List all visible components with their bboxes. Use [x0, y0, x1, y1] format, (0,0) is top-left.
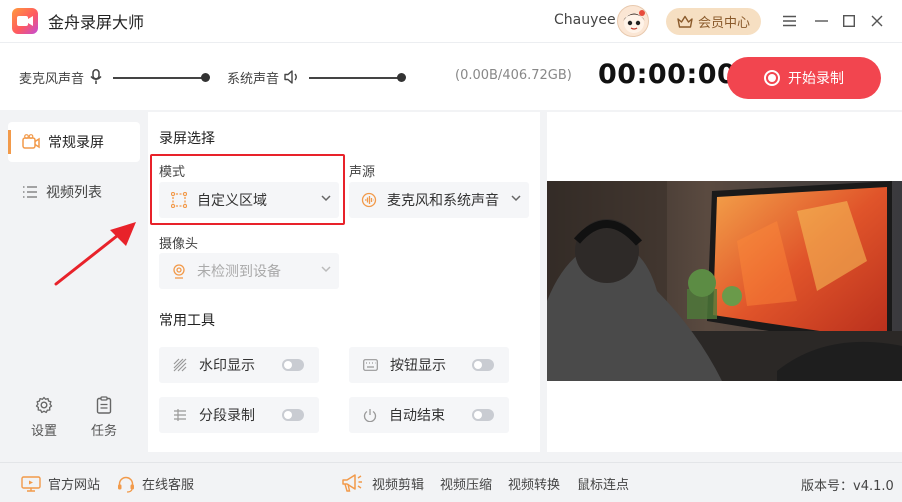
- username[interactable]: Chauyee: [554, 12, 616, 28]
- list-icon: [23, 186, 37, 198]
- gear-icon: [35, 396, 53, 414]
- version-label: 版本号：v4.1.0: [801, 479, 894, 494]
- microphone-icon[interactable]: [90, 69, 102, 85]
- crown-icon: [677, 15, 693, 28]
- official-website-label: 官方网站: [48, 478, 101, 493]
- record-dot-icon: [764, 70, 780, 86]
- preview-area: [547, 112, 902, 452]
- record-timer: 00:00:00: [598, 59, 737, 90]
- webcam-icon: [173, 264, 185, 279]
- vip-center-button[interactable]: 会员中心: [666, 8, 761, 35]
- section-title-record: 录屏选择: [159, 131, 215, 147]
- sidebar-item-label: 视频列表: [46, 185, 102, 201]
- tool-label: 自动结束: [389, 408, 445, 424]
- chevron-down-icon: [511, 195, 521, 202]
- avatar[interactable]: [617, 5, 649, 37]
- audio-source-label: 声源: [349, 165, 376, 180]
- video-convert-link[interactable]: 视频转换: [508, 474, 560, 493]
- preview-image: [547, 181, 902, 381]
- video-edit-link[interactable]: 视频剪辑: [372, 474, 424, 493]
- mic-volume-slider[interactable]: [113, 77, 205, 79]
- system-volume-label: 系统声音: [227, 72, 280, 87]
- menu-button[interactable]: [779, 11, 799, 31]
- tool-label: 水印显示: [199, 358, 255, 374]
- tool-label: 分段录制: [199, 408, 255, 424]
- official-website-link[interactable]: 官方网站: [21, 474, 100, 493]
- clipboard-icon: [96, 396, 112, 414]
- video-compress-link[interactable]: 视频压缩: [440, 474, 492, 493]
- tasks-button[interactable]: 任务: [84, 396, 124, 439]
- segment-record-toggle[interactable]: [282, 409, 304, 421]
- watermark-icon: [173, 358, 187, 372]
- minimize-icon: [814, 20, 828, 22]
- vip-center-label: 会员中心: [697, 16, 750, 31]
- power-icon: [363, 409, 377, 422]
- mode-highlight-box: [150, 154, 345, 225]
- settings-button[interactable]: 设置: [24, 396, 64, 439]
- section-title-tools: 常用工具: [159, 313, 215, 329]
- audio-source-select[interactable]: 麦克风和系统声音: [349, 182, 529, 218]
- audio-control-bar: 麦克风声音 系统声音 (0.00B/406.72GB) 00:00:00 开始录…: [0, 42, 902, 110]
- tool-key-display[interactable]: 按钮显示: [349, 347, 509, 383]
- start-record-label: 开始录制: [788, 71, 844, 87]
- hamburger-icon: [782, 15, 796, 27]
- mic-volume-label: 麦克风声音: [19, 72, 85, 87]
- close-button[interactable]: [867, 11, 887, 31]
- tool-label: 按钮显示: [390, 358, 446, 374]
- maximize-icon: [843, 15, 855, 27]
- mic-volume-handle[interactable]: [200, 73, 210, 82]
- online-support-label: 在线客服: [142, 478, 195, 493]
- key-display-toggle[interactable]: [472, 359, 494, 371]
- monitor-icon: [21, 475, 41, 492]
- keyboard-icon: [363, 359, 378, 371]
- watermark-toggle[interactable]: [282, 359, 304, 371]
- start-record-button[interactable]: 开始录制: [727, 57, 881, 99]
- camera-value: 未检测到设备: [197, 264, 281, 280]
- tasks-label: 任务: [90, 424, 117, 439]
- sidebar-item-label: 常规录屏: [48, 135, 104, 151]
- disk-space-info: (0.00B/406.72GB): [455, 68, 572, 83]
- camera-select[interactable]: 未检测到设备: [159, 253, 339, 289]
- minimize-button[interactable]: [811, 11, 831, 31]
- record-settings-panel: 录屏选择 模式 自定义区域 声源 麦克风和系统声音 摄像头 未检测到设备 常用工…: [148, 112, 540, 452]
- maximize-button[interactable]: [839, 11, 859, 31]
- close-icon: [871, 15, 883, 27]
- tool-watermark[interactable]: 水印显示: [159, 347, 319, 383]
- system-volume-handle[interactable]: [396, 73, 406, 82]
- audio-source-icon: [361, 192, 377, 208]
- sidebar-item-video-list[interactable]: 视频列表: [8, 172, 140, 212]
- segment-icon: [174, 409, 186, 421]
- tool-auto-stop[interactable]: 自动结束: [349, 397, 509, 433]
- sidebar-item-regular-record[interactable]: 常规录屏: [8, 122, 140, 162]
- headset-icon: [118, 476, 134, 493]
- system-volume-slider[interactable]: [309, 77, 401, 79]
- mouse-clicker-link[interactable]: 鼠标连点: [577, 474, 629, 493]
- audio-source-value: 麦克风和系统声音: [387, 193, 499, 209]
- camera-label: 摄像头: [159, 237, 199, 252]
- auto-stop-toggle[interactable]: [472, 409, 494, 421]
- megaphone-icon: [342, 474, 362, 492]
- speaker-icon[interactable]: [284, 70, 300, 84]
- app-logo-icon: [12, 8, 38, 34]
- title-bar: 金舟录屏大师: [0, 0, 902, 42]
- chevron-down-icon: [321, 266, 331, 273]
- settings-label: 设置: [30, 424, 57, 439]
- app-title: 金舟录屏大师: [48, 13, 145, 32]
- annotation-arrow-icon: [54, 222, 136, 286]
- tool-segment-record[interactable]: 分段录制: [159, 397, 319, 433]
- footer-bar: 官方网站 在线客服 视频剪辑 视频压缩 视频转换 鼠标连点 版本号：v4.1.0: [0, 462, 902, 502]
- online-support-link[interactable]: 在线客服: [117, 474, 194, 493]
- camera-icon: [22, 134, 40, 149]
